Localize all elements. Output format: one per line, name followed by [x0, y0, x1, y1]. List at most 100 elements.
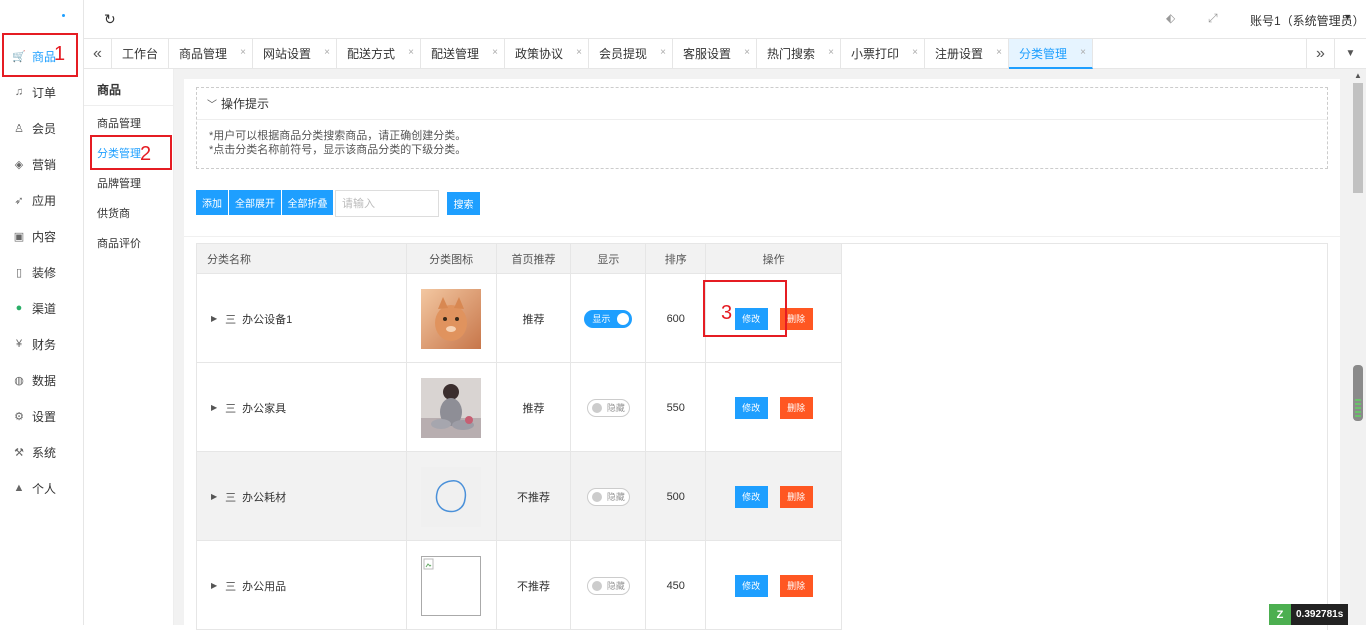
sidebar-item-label: 财务 [32, 337, 57, 352]
sidebar-item-members[interactable]: ♙ 会员 [0, 110, 84, 146]
tab-label: 网站设置 [263, 47, 312, 61]
search-button[interactable]: 搜索 [447, 192, 480, 215]
annotation-box [90, 135, 172, 170]
sidebar-item-settings[interactable]: ⚙ 设置 [0, 398, 84, 434]
actions-cell: 修改 删除 [706, 541, 841, 630]
sidebar-item-personal[interactable]: ▲ 个人 [0, 470, 84, 506]
sort-cell: 450 [646, 541, 707, 630]
sidebar-item-marketing[interactable]: ◈ 营销 [0, 146, 84, 182]
close-icon[interactable]: × [576, 47, 582, 58]
table-row: ▶ 三办公家具 推荐 隐藏 550 修改 删除 [197, 363, 841, 452]
sidebar-item-orders[interactable]: ♫ 订单 [0, 74, 84, 110]
edit-button[interactable]: 修改 [734, 485, 768, 508]
tag-icon[interactable]: ⬖ [1166, 11, 1175, 25]
expand-arrow-icon[interactable]: ▶ [211, 492, 217, 501]
display-cell: 隐藏 [571, 452, 647, 541]
user-icon: ♙ [14, 122, 24, 135]
edit-button[interactable]: 修改 [734, 396, 768, 419]
operation-tips: ﹀ 操作提示 *用户可以根据商品分类搜索商品，请正确创建分类。 *点击分类名称前符… [196, 87, 1328, 169]
category-icon-cell [407, 541, 497, 630]
tab-menu-icon[interactable]: ▼ [1334, 39, 1366, 68]
expand-arrow-icon[interactable]: ▶ [211, 314, 217, 323]
expand-all-button[interactable]: 全部展开 [229, 190, 281, 215]
tab-workbench[interactable]: 工作台 [112, 39, 169, 68]
scroll-up-icon[interactable]: ▲ [1354, 71, 1362, 80]
display-toggle[interactable]: 隐藏 [586, 398, 630, 417]
tips-line: *点击分类名称前符号，显示该商品分类的下级分类。 [209, 144, 467, 156]
sidebar-item-data[interactable]: ◍ 数据 [0, 362, 84, 398]
submenu-item-goods-manage[interactable]: 商品管理 [97, 115, 141, 131]
search-input[interactable] [335, 190, 439, 217]
tab-delivery-manage[interactable]: 配送管理 × [421, 39, 505, 68]
annotation-box [2, 33, 78, 77]
recommend-cell: 不推荐 [497, 452, 572, 541]
recommend-cell: 推荐 [497, 363, 572, 452]
sidebar-item-decoration[interactable]: ▯ 装修 [0, 254, 84, 290]
tab-register-settings[interactable]: 注册设置 × [925, 39, 1009, 68]
expand-arrow-icon[interactable]: ▶ [211, 581, 217, 590]
sidebar-item-label: 营销 [32, 157, 57, 172]
submenu-item-reviews[interactable]: 商品评价 [97, 235, 141, 251]
caret-down-icon[interactable]: ▾ [1345, 12, 1350, 23]
globe-icon: ◍ [14, 374, 24, 387]
close-icon[interactable]: × [492, 47, 498, 58]
tab-withdraw[interactable]: 会员提现 × [589, 39, 673, 68]
close-icon[interactable]: × [828, 47, 834, 58]
bell-icon: ♫ [14, 86, 24, 98]
delete-button[interactable]: 删除 [779, 485, 813, 508]
close-icon[interactable]: × [240, 47, 246, 58]
display-toggle[interactable]: 隐藏 [586, 576, 630, 595]
bus-icon: ▣ [13, 230, 25, 243]
fullscreen-icon[interactable]: ⤢ [1208, 11, 1218, 26]
tab-service[interactable]: 客服设置 × [673, 39, 757, 68]
close-icon[interactable]: × [408, 47, 414, 58]
sidebar-item-system[interactable]: ⚒ 系统 [0, 434, 84, 470]
expand-arrow-icon[interactable]: ▶ [211, 403, 217, 412]
sidebar-item-finance[interactable]: ¥ 财务 [0, 326, 84, 362]
close-icon[interactable]: × [1080, 47, 1086, 58]
toggle-label: 隐藏 [606, 581, 625, 591]
tab-receipt-print[interactable]: 小票打印 × [841, 39, 925, 68]
tab-label: 小票打印 [851, 47, 900, 61]
gear-icon: ⚙ [14, 410, 24, 423]
close-icon[interactable]: × [744, 47, 750, 58]
tab-goods-manage[interactable]: 商品管理 × [169, 39, 253, 68]
close-icon[interactable]: × [912, 47, 918, 58]
edit-button[interactable]: 修改 [734, 574, 768, 597]
wechat-icon: ● [15, 302, 23, 314]
tab-site-settings[interactable]: 网站设置 × [253, 39, 337, 68]
close-icon[interactable]: × [996, 47, 1002, 58]
scroll-grip[interactable] [1353, 365, 1363, 421]
tab-policy[interactable]: 政策协议 × [505, 39, 589, 68]
page-scrollbar[interactable]: ▲ [1350, 69, 1366, 625]
submenu-item-suppliers[interactable]: 供货商 [97, 205, 130, 221]
sidebar-item-apps[interactable]: ➶ 应用 [0, 182, 84, 218]
submenu-item-brand-manage[interactable]: 品牌管理 [97, 175, 141, 191]
display-toggle[interactable]: 隐藏 [586, 487, 630, 506]
timer-value: 0.392781s [1291, 604, 1349, 625]
scrollbar-thumb[interactable] [1353, 83, 1363, 193]
delete-button[interactable]: 删除 [779, 396, 813, 419]
sidebar-item-label: 内容 [32, 229, 57, 244]
close-icon[interactable]: × [324, 47, 330, 58]
tips-toggle[interactable]: ﹀ 操作提示 [197, 88, 1327, 120]
tab-scroll-right-icon[interactable]: » [1306, 39, 1334, 68]
add-button[interactable]: 添加 [196, 190, 228, 215]
display-toggle[interactable]: 显示 [584, 309, 633, 328]
annotation-box [703, 280, 787, 337]
delete-button[interactable]: 删除 [779, 574, 813, 597]
annotation-number: 3 [721, 302, 733, 324]
category-icon-cell [407, 363, 497, 452]
collapse-all-button[interactable]: 全部折叠 [282, 190, 333, 215]
close-icon[interactable]: × [660, 47, 666, 58]
tab-scroll-left-icon[interactable]: « [84, 39, 112, 68]
tab-hot-search[interactable]: 热门搜索 × [757, 39, 841, 68]
broken-image-icon [421, 555, 482, 616]
refresh-icon[interactable]: ↻ [104, 11, 116, 28]
sidebar-item-label: 装修 [32, 265, 57, 280]
tab-category-manage[interactable]: 分类管理 × [1009, 39, 1093, 69]
tab-delivery-methods[interactable]: 配送方式 × [337, 39, 421, 68]
sidebar-item-channels[interactable]: ● 渠道 [0, 290, 84, 326]
sidebar-item-content[interactable]: ▣ 内容 [0, 218, 84, 254]
sidebar-item-label: 数据 [32, 373, 57, 388]
